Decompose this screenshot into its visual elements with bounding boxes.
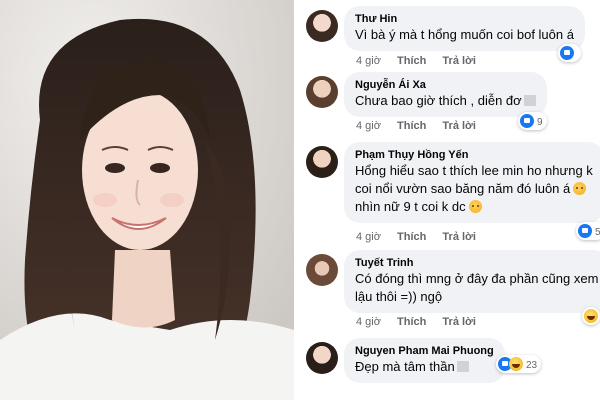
reaction-badge[interactable]: 23 [496,355,542,373]
reaction-badge[interactable] [558,44,581,62]
comment-text: Vì bà ý mà t hổng muốn coi bof luôn á [355,27,574,42]
comment-text: coi nổi vườn sao băng năm đó luôn á [355,181,571,196]
haha-icon [584,309,598,323]
commenter-name[interactable]: Thư Hin [355,12,574,26]
blurred-content [456,361,469,372]
like-icon [560,46,574,60]
comment-bubble: Thư Hin Vì bà ý mà t hổng muốn coi bof l… [344,6,585,51]
comment-text: lậu thôi =)) ngộ [355,289,443,304]
comment-time: 4 giờ [356,55,381,67]
reaction-badge[interactable]: 5 [576,222,600,240]
like-icon [578,224,592,238]
comment-text: Chưa bao giờ thích , diễn đơ [355,93,522,108]
comments-panel: Thư Hin Vì bà ý mà t hổng muốn coi bof l… [300,0,600,400]
reaction-count: 5 [595,227,600,238]
sad-emoji-icon [468,200,482,213]
avatar[interactable] [306,146,338,178]
reply-button[interactable]: Trả lời [442,231,476,243]
reaction-badge[interactable]: 9 [518,112,547,130]
comment-bubble: Phạm Thụy Hồng Yến Hổng hiểu sao t thích… [344,142,600,223]
like-icon [520,114,534,128]
commenter-name[interactable]: Tuyết Trinh [355,256,598,270]
comment-time: 4 giờ [356,231,381,243]
comment-meta: 4 giờ Thích Trả lời [356,316,489,328]
haha-icon [509,357,523,371]
comment-time: 4 giờ [356,120,381,132]
portrait-illustration [0,0,294,400]
like-button[interactable]: Thích [397,55,426,67]
commenter-name[interactable]: Nguyễn Ái Xa [355,78,536,92]
avatar[interactable] [306,342,338,374]
comment-text: Có đóng thì mng ở đây đa phần cũng xem [355,271,599,286]
comment-bubble: Nguyen Pham Mai Phuong Đẹp mà tâm thần [344,338,505,383]
comment-bubble: Nguyễn Ái Xa Chưa bao giờ thích , diễn đ… [344,72,547,117]
commenter-name[interactable]: Phạm Thụy Hồng Yến [355,148,593,162]
comment-bubble: Tuyết Trinh Có đóng thì mng ở đây đa phầ… [344,250,600,313]
blurred-content [523,95,536,106]
comment-meta: 4 giờ Thích Trả lời [356,55,489,67]
avatar[interactable] [306,254,338,286]
comment-text: Hổng hiểu sao t thích lee min ho nhưng k [355,163,593,178]
comment-time: 4 giờ [356,316,381,328]
portrait-photo [0,0,294,400]
like-button[interactable]: Thích [397,316,426,328]
like-button[interactable]: Thích [397,120,426,132]
comment-meta: 4 giờ Thích Trả lời [356,231,489,243]
commenter-name[interactable]: Nguyen Pham Mai Phuong [355,344,494,358]
reply-button[interactable]: Trả lời [442,120,476,132]
reaction-count: 9 [537,117,543,128]
reply-button[interactable]: Trả lời [442,55,476,67]
comment-text: Đẹp mà tâm thần [355,359,455,374]
avatar[interactable] [306,10,338,42]
like-button[interactable]: Thích [397,231,426,243]
reaction-count: 23 [526,360,538,371]
sad-emoji-icon [573,182,587,195]
reaction-badge[interactable] [582,307,600,325]
comment-meta: 4 giờ Thích Trả lời [356,120,489,132]
avatar[interactable] [306,76,338,108]
comment-text: nhìn nữ 9 t coi k dc [355,199,466,214]
reply-button[interactable]: Trả lời [442,316,476,328]
